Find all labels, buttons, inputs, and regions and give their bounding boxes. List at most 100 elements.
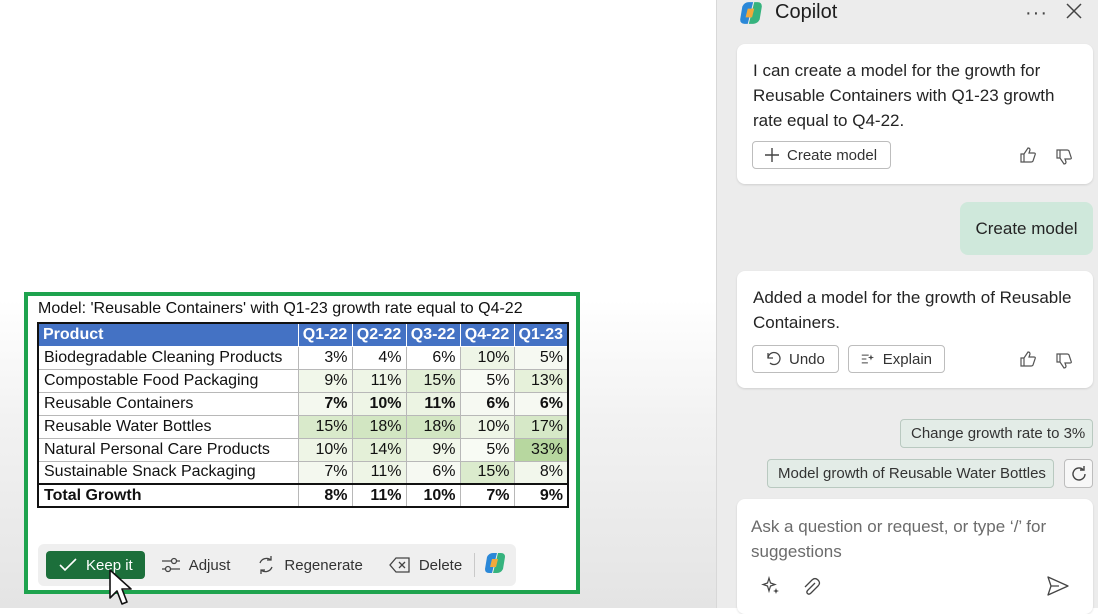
plus-icon xyxy=(765,148,779,162)
assistant-message-text: I can create a model for the growth for … xyxy=(753,61,1055,130)
table-cell: 5% xyxy=(459,437,515,462)
table-cell: 10% xyxy=(405,483,461,508)
table-cell: 15% xyxy=(405,368,461,393)
table-row: Sustainable Snack Packaging 7% 11% 6% 15… xyxy=(37,460,569,485)
copilot-pane: Copilot ··· I can create a model for the… xyxy=(716,0,1098,614)
regenerate-label: Regenerate xyxy=(284,556,363,574)
thumbs-down-icon[interactable] xyxy=(1055,352,1073,370)
table-cell: 7% xyxy=(297,391,353,416)
table-cell: 6% xyxy=(405,460,461,485)
table-cell: 10% xyxy=(459,414,515,439)
create-model-button[interactable]: Create model xyxy=(752,141,891,169)
regenerate-button[interactable]: Regenerate xyxy=(248,551,370,579)
table-row: Biodegradable Cleaning Products 3% 4% 6%… xyxy=(37,345,569,370)
thumbs-up-icon[interactable] xyxy=(1019,350,1037,368)
table-cell: 33% xyxy=(513,437,569,462)
assistant-message-text: Added a model for the growth of Reusable… xyxy=(753,288,1072,332)
table-cell: 6% xyxy=(513,391,569,416)
table-cell: 18% xyxy=(351,414,407,439)
explain-label: Explain xyxy=(882,350,932,368)
more-options-icon[interactable]: ··· xyxy=(1025,2,1048,25)
table-cell: 7% xyxy=(297,460,353,485)
product-name: Compostable Food Packaging xyxy=(37,368,299,393)
mouse-cursor-icon xyxy=(109,569,132,605)
assistant-message-card: I can create a model for the growth for … xyxy=(737,44,1093,184)
table-cell: 11% xyxy=(351,460,407,485)
toolbar-divider xyxy=(474,553,476,577)
table-cell: 5% xyxy=(513,345,569,370)
user-message-bubble: Create model xyxy=(960,202,1093,255)
column-header: Q4-22 xyxy=(459,322,515,347)
table-cell: 6% xyxy=(405,345,461,370)
create-model-label: Create model xyxy=(787,146,878,164)
table-cell: 11% xyxy=(351,483,407,508)
product-name: Natural Personal Care Products xyxy=(37,437,299,462)
chat-input-box[interactable]: Ask a question or request, or type ‘/’ f… xyxy=(737,499,1093,614)
adjust-button[interactable]: Adjust xyxy=(153,551,239,579)
column-header: Q1-23 xyxy=(513,322,569,347)
copilot-toolbar-button[interactable] xyxy=(483,551,507,580)
column-header: Q2-22 xyxy=(351,322,407,347)
table-cell: 13% xyxy=(513,368,569,393)
suggestion-chip[interactable]: Change growth rate to 3% xyxy=(900,419,1093,448)
thumbs-up-icon[interactable] xyxy=(1019,146,1037,164)
table-cell: 17% xyxy=(513,414,569,439)
backspace-icon xyxy=(388,557,410,573)
table-row: Reusable Water Bottles 15% 18% 18% 10% 1… xyxy=(37,414,569,439)
table-cell: 6% xyxy=(459,391,515,416)
copilot-logo-icon xyxy=(740,2,762,24)
product-name: Reusable Water Bottles xyxy=(37,414,299,439)
total-label: Total Growth xyxy=(37,483,299,508)
table-cell: 10% xyxy=(351,391,407,416)
chat-input-placeholder: Ask a question or request, or type ‘/’ f… xyxy=(751,517,1047,561)
undo-label: Undo xyxy=(789,350,825,368)
table-cell: 8% xyxy=(513,460,569,485)
attach-icon[interactable] xyxy=(801,577,821,597)
sparkle-prompts-icon[interactable] xyxy=(761,576,781,596)
undo-icon xyxy=(767,351,781,366)
table-cell: 11% xyxy=(405,391,461,416)
suggestion-chip[interactable]: Model growth of Reusable Water Bottles xyxy=(767,459,1054,488)
table-row-highlighted: Reusable Containers 7% 10% 11% 6% 6% xyxy=(37,391,569,416)
user-message-text: Create model xyxy=(975,218,1078,238)
adjust-label: Adjust xyxy=(188,556,231,574)
thumbs-down-icon[interactable] xyxy=(1055,148,1073,166)
explain-button[interactable]: Explain xyxy=(848,345,945,373)
delete-label: Delete xyxy=(418,556,463,574)
refresh-icon xyxy=(1071,465,1086,481)
table-cell: 3% xyxy=(297,345,353,370)
delete-button[interactable]: Delete xyxy=(381,551,470,579)
table-cell: 4% xyxy=(351,345,407,370)
spreadsheet-canvas: Model: 'Reusable Containers' with Q1-23 … xyxy=(0,0,716,608)
explain-icon xyxy=(861,354,875,364)
model-preview-frame: Model: 'Reusable Containers' with Q1-23 … xyxy=(24,292,580,594)
table-cell: 11% xyxy=(351,368,407,393)
undo-button[interactable]: Undo xyxy=(752,345,839,373)
send-icon[interactable] xyxy=(1047,576,1069,596)
table-cell: 7% xyxy=(459,483,515,508)
table-cell: 18% xyxy=(405,414,461,439)
table-cell: 15% xyxy=(459,460,515,485)
table-header-row: Product Q1-22 Q2-22 Q3-22 Q4-22 Q1-23 xyxy=(37,322,569,347)
table-row: Compostable Food Packaging 9% 11% 15% 5%… xyxy=(37,368,569,393)
product-name: Biodegradable Cleaning Products xyxy=(37,345,299,370)
pane-title: Copilot xyxy=(775,1,838,23)
product-name: Sustainable Snack Packaging xyxy=(37,460,299,485)
column-header: Product xyxy=(37,322,299,347)
table-cell: 14% xyxy=(351,437,407,462)
checkmark-icon xyxy=(59,558,77,572)
copilot-logo-icon xyxy=(485,552,506,573)
table-cell: 9% xyxy=(513,483,569,508)
table-total-row: Total Growth 8% 11% 10% 7% 9% xyxy=(37,483,569,508)
close-icon[interactable] xyxy=(1063,0,1085,22)
table-cell: 10% xyxy=(459,345,515,370)
copilot-header: Copilot ··· xyxy=(717,0,1098,28)
table-cell: 9% xyxy=(297,368,353,393)
column-header: Q3-22 xyxy=(405,322,461,347)
refresh-suggestions-button[interactable] xyxy=(1064,459,1093,488)
model-title: Model: 'Reusable Containers' with Q1-23 … xyxy=(38,300,523,317)
table-cell: 5% xyxy=(459,368,515,393)
table-cell: 8% xyxy=(297,483,353,508)
regenerate-icon xyxy=(259,556,274,574)
product-name: Reusable Containers xyxy=(37,391,299,416)
